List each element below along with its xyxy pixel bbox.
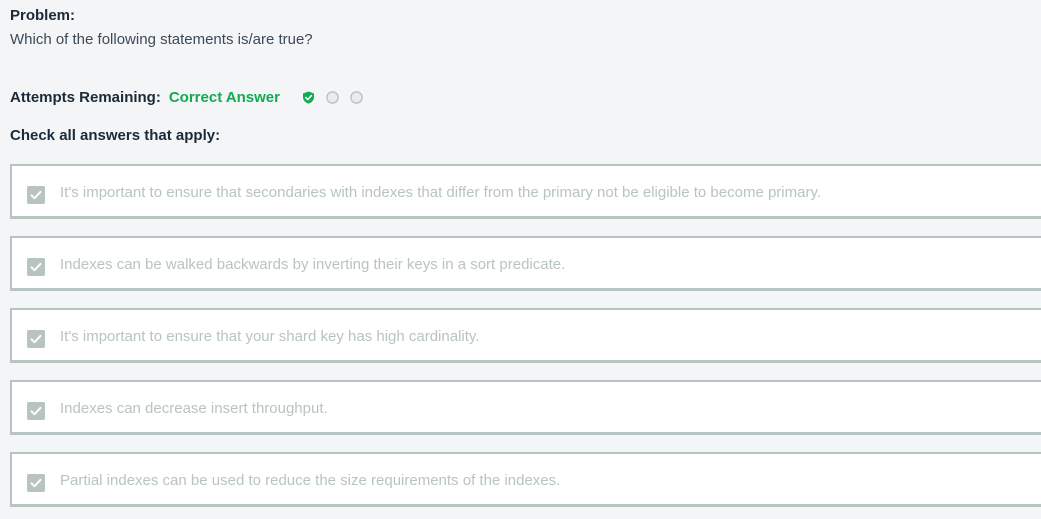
attempts-label: Attempts Remaining:	[10, 88, 161, 106]
answer-option[interactable]: Indexes can decrease insert throughput.	[10, 380, 1041, 435]
answer-options: It's important to ensure that secondarie…	[10, 164, 1041, 519]
checkbox-checked[interactable]	[27, 258, 45, 276]
checkmark-icon	[30, 406, 42, 416]
question-text: Which of the following statements is/are…	[10, 31, 313, 48]
checkbox-checked[interactable]	[27, 474, 45, 492]
answer-option[interactable]: Indexes can be walked backwards by inver…	[10, 236, 1041, 291]
answer-option[interactable]: It's important to ensure that your shard…	[10, 308, 1041, 363]
answer-option[interactable]: It's important to ensure that secondarie…	[10, 164, 1041, 219]
answer-option-text: Indexes can decrease insert throughput.	[60, 400, 328, 417]
checkbox-checked[interactable]	[27, 402, 45, 420]
quiz-page: Problem: Which of the following statemen…	[0, 0, 1041, 519]
problem-label: Problem:	[10, 7, 76, 24]
attempts-status: Correct Answer	[168, 88, 280, 106]
answer-option-text: It's important to ensure that secondarie…	[60, 184, 822, 201]
checkbox-checked[interactable]	[27, 186, 45, 204]
shield-check-icon	[303, 91, 314, 104]
checkmark-icon	[30, 262, 42, 272]
answer-option-text: It's important to ensure that your shard…	[60, 328, 480, 345]
checkmark-icon	[30, 478, 42, 488]
checkbox-checked[interactable]	[27, 330, 45, 348]
answer-option-text: Indexes can be walked backwards by inver…	[60, 256, 566, 273]
checkmark-icon	[30, 334, 42, 344]
attempts-row: Attempts Remaining: Correct Answer	[10, 87, 374, 107]
answer-option-text: Partial indexes can be used to reduce th…	[60, 472, 561, 489]
empty-circle-icon	[350, 90, 363, 104]
checkmark-icon	[30, 190, 42, 200]
empty-circle-icon	[326, 90, 339, 104]
instructions-label: Check all answers that apply:	[10, 127, 221, 144]
attempt-indicators	[302, 90, 374, 104]
answer-option[interactable]: Partial indexes can be used to reduce th…	[10, 452, 1041, 507]
